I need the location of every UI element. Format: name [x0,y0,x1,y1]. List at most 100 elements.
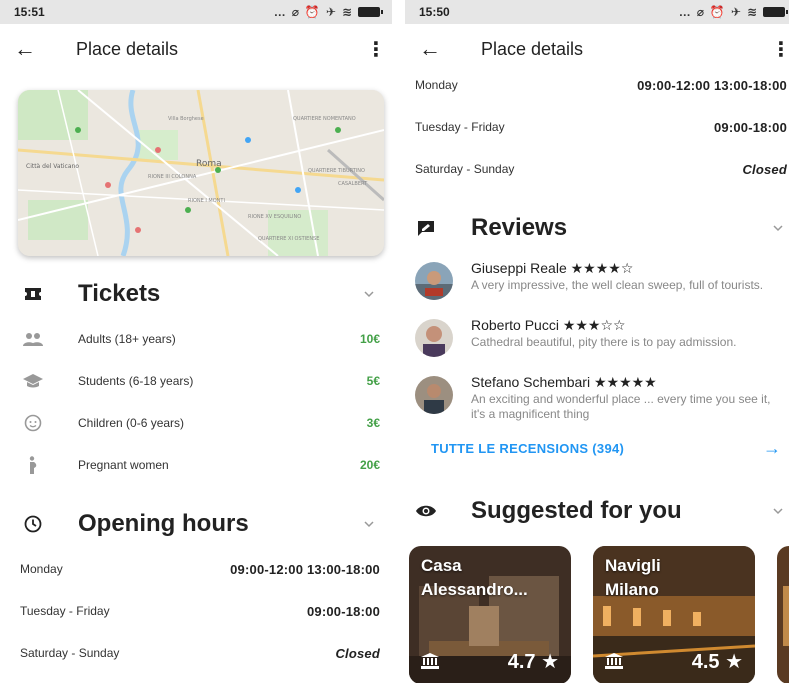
pregnant-woman-icon [22,456,44,474]
hours-day: Saturday - Sunday [20,646,120,660]
back-arrow-icon[interactable]: ← [14,36,56,62]
more-notifications-icon: … [273,5,286,19]
suggested-title: Suggested for you [471,497,682,524]
reviewer-name: Giuseppi Reale [471,260,567,276]
hours-time-closed: Closed [742,161,787,177]
arrow-right-icon[interactable]: → [763,438,781,459]
rating-stars: ★★★★★ [593,374,657,390]
review-icon [415,220,437,236]
map-label: Città del Vaticano [26,163,79,170]
avatar [415,262,453,300]
reviewer-line: Giuseppi Reale ★★★★☆ [471,260,771,277]
map-label: QUARTIERE NOMENTANO [293,116,356,122]
battery-icon [358,7,383,17]
status-icons: … ⌀ ⏰ ✈ ≋ [273,5,383,19]
airplane-icon: ✈ [325,5,336,19]
review-item: Stefano Schembari ★★★★★ An exciting and … [405,374,789,422]
rating-stars: ★★★☆☆ [562,317,626,333]
suggested-card[interactable]: Navigli Milano 4.5 ★ [593,546,755,683]
graduation-cap-icon [22,374,44,388]
status-time: 15:50 [419,5,450,19]
hours-day: Tuesday - Friday [20,604,110,618]
rating-stars: ★★★★☆ [570,260,634,276]
ticket-price: 5€ [366,374,380,388]
more-notifications-icon: … [678,5,691,19]
clock-icon [22,515,44,533]
reviewer-line: Roberto Pucci ★★★☆☆ [471,317,771,334]
hours-day: Monday [415,78,458,92]
card-image [777,546,789,683]
chevron-down-icon [364,521,374,528]
chevron-down-icon [364,291,374,298]
ticket-label: Children (0-6 years) [78,416,185,430]
avatar [415,319,453,357]
reviewer-line: Stefano Schembari ★★★★★ [471,374,771,391]
museum-icon [421,653,439,674]
hours-time: 09:00-12:00 13:00-18:00 [230,561,380,577]
all-reviews-link[interactable]: TUTTE LE RECENSIONS (394) [431,441,624,456]
map-label: RIONE III COLONNA [148,174,197,180]
more-options-icon[interactable]: ⋮ [771,37,789,62]
map-label: QUARTIERE TIBURTINO [308,168,365,174]
chevron-down-icon [773,225,783,232]
card-title: Casa Alessandro... [421,556,528,599]
child-face-icon [22,414,44,432]
wifi-icon: ≋ [341,5,352,19]
app-bar: ← Place details ⋮ [0,24,392,74]
review-item: Roberto Pucci ★★★☆☆ Cathedral beautiful,… [405,317,789,357]
hours-row-weekend: Saturday - Sunday Closed [0,632,392,674]
map-label-roma: Roma [196,159,222,169]
hours-time: 09:00-18:00 [713,119,787,135]
tickets-header[interactable]: Tickets [0,274,392,314]
right-screen: 15:50 … ⌀ ⏰ ✈ ≋ ← Place details ⋮ Monday… [405,0,789,683]
suggested-card-partial[interactable] [777,546,789,683]
map-label: RIONE I MONTI [188,198,225,204]
map-image: Roma Città del Vaticano QUARTIERE XI OST… [18,90,384,256]
hours-row-weekdays: Tuesday - Friday 09:00-18:00 [0,590,392,632]
suggested-card[interactable]: Casa Alessandro... 4.7 ★ [409,546,571,683]
ticket-label: Adults (18+ years) [78,332,176,346]
ticket-label: Pregnant women [78,458,169,472]
tickets-title: Tickets [78,280,161,307]
review-item: Giuseppi Reale ★★★★☆ A very impressive, … [405,260,789,300]
hours-day: Saturday - Sunday [415,162,515,176]
hours-time: 09:00-12:00 13:00-18:00 [637,77,787,93]
avatar [415,376,453,414]
opening-hours-title: Opening hours [78,510,249,537]
page-title: Place details [481,38,584,59]
alarm-icon: ⏰ [709,5,725,19]
status-time: 15:51 [14,5,45,19]
eye-icon [415,504,437,518]
people-icon [22,332,44,346]
more-options-icon[interactable]: ⋮ [366,37,386,62]
back-arrow-icon[interactable]: ← [419,36,461,62]
page-title: Place details [76,38,179,59]
status-bar: 15:51 … ⌀ ⏰ ✈ ≋ [0,0,392,24]
reviews-header[interactable]: Reviews [405,208,789,248]
alarm-off-icon: ⌀ [291,5,299,19]
reviewer-name: Stefano Schembari [471,374,591,390]
alarm-icon: ⏰ [304,5,320,19]
suggested-header[interactable]: Suggested for you [405,491,789,531]
reviews-title: Reviews [471,214,568,241]
wifi-icon: ≋ [746,5,757,19]
map-preview[interactable]: Roma Città del Vaticano QUARTIERE XI OST… [18,90,384,256]
battery-icon [763,7,788,17]
status-bar: 15:50 … ⌀ ⏰ ✈ ≋ [405,0,789,24]
left-screen: 15:51 … ⌀ ⏰ ✈ ≋ ← Place details ⋮ Roma C… [0,0,392,683]
hours-row-monday: Monday 09:00-12:00 13:00-18:00 [405,64,789,106]
reviewer-name: Roberto Pucci [471,317,559,333]
hours-row-weekdays: Tuesday - Friday 09:00-18:00 [405,106,789,148]
ticket-price: 10€ [359,332,380,346]
all-reviews-link-row[interactable]: TUTTE LE RECENSIONS (394) → [431,438,781,459]
hours-day: Tuesday - Friday [415,120,505,134]
airplane-icon: ✈ [730,5,741,19]
ticket-icon [22,287,44,301]
map-label: QUARTIERE XI OSTIENSE [258,236,319,242]
opening-hours-header[interactable]: Opening hours [0,504,392,544]
ticket-row-students: Students (6-18 years) 5€ [0,360,392,402]
hours-day: Monday [20,562,63,576]
ticket-row-children: Children (0-6 years) 3€ [0,402,392,444]
ticket-price: 3€ [366,416,380,430]
museum-icon [605,653,623,674]
